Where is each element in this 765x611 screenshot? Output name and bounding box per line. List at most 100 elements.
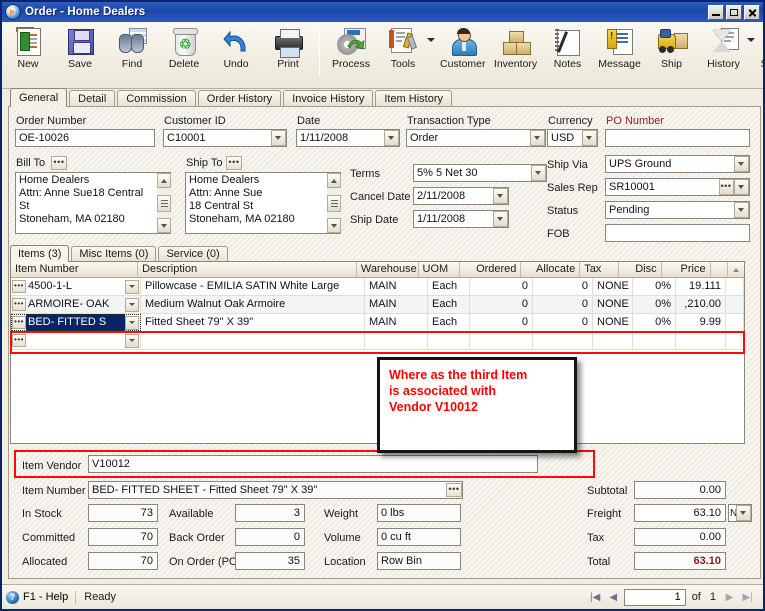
cell-allocate[interactable]: 0	[533, 314, 593, 331]
tab-commission[interactable]: Commission	[117, 90, 196, 107]
row-lookup-button[interactable]: •••	[12, 298, 26, 311]
close-button[interactable]	[744, 4, 760, 20]
chevron-down-icon[interactable]	[383, 130, 399, 146]
table-row[interactable]: •••	[11, 332, 744, 350]
terms-combo[interactable]: 5% 5 Net 30	[413, 164, 547, 182]
current-page-input[interactable]: 1	[623, 588, 686, 606]
tab-misc-items[interactable]: Misc Items (0)	[71, 246, 157, 262]
tab-general[interactable]: General	[10, 88, 68, 107]
chevron-down-icon[interactable]	[581, 130, 597, 146]
cell-allocate[interactable]: 0	[533, 296, 593, 313]
status-combo[interactable]: Pending	[605, 201, 750, 219]
toolbar-ship-button[interactable]: Ship	[646, 25, 698, 70]
col-allocate[interactable]: Allocate	[521, 262, 581, 277]
col-ordered[interactable]: Ordered	[460, 262, 522, 277]
po-number-input[interactable]	[605, 129, 750, 147]
ship-via-combo[interactable]: UPS Ground	[605, 155, 750, 173]
scroll-thumb[interactable]	[327, 194, 341, 212]
cell-item-number[interactable]: •••	[11, 332, 141, 349]
sales-rep-combo[interactable]: SR10001 •••	[605, 178, 750, 196]
ship-to-scrollbar[interactable]	[327, 173, 341, 233]
chevron-down-icon[interactable]	[125, 297, 139, 312]
cell-price[interactable]: 9.99	[676, 314, 726, 331]
chevron-down-icon[interactable]	[735, 505, 751, 521]
ship-date-combo[interactable]: 1/11/2008	[413, 210, 509, 228]
tab-detail[interactable]: Detail	[69, 90, 116, 107]
cell-ordered[interactable]: 0	[470, 296, 533, 313]
cell-price[interactable]: 19.111	[676, 278, 726, 295]
toolbar-tools-button[interactable]: Tools	[377, 25, 429, 70]
cell-allocate[interactable]: 0	[533, 278, 593, 295]
cell-uom[interactable]: Each	[428, 296, 470, 313]
next-record-icon[interactable]: ▶	[722, 590, 737, 605]
cell-disc[interactable]: 0%	[633, 296, 676, 313]
chevron-down-icon[interactable]	[492, 188, 508, 204]
cell-warehouse[interactable]	[365, 332, 428, 349]
scroll-up-icon[interactable]	[327, 173, 341, 188]
col-warehouse[interactable]: Warehouse	[357, 262, 419, 277]
cell-allocate[interactable]	[533, 332, 593, 349]
toolbar-tools-dropdown-arrow[interactable]	[426, 25, 435, 55]
bill-to-scrollbar[interactable]	[157, 173, 171, 233]
cell-item-number[interactable]: ••• 4500-1-L	[11, 278, 141, 295]
tab-items[interactable]: Items (3)	[10, 245, 70, 262]
customer-id-combo[interactable]: C10001	[163, 129, 287, 147]
cell-tax[interactable]: NONE	[593, 278, 633, 295]
cell-ordered[interactable]: 0	[470, 278, 533, 295]
toolbar-save-button[interactable]: Save	[54, 25, 106, 70]
cell-disc[interactable]: 0%	[633, 314, 676, 331]
scroll-down-icon[interactable]	[157, 218, 171, 233]
currency-combo[interactable]: USD	[547, 129, 598, 147]
cell-uom[interactable]: Each	[428, 278, 470, 295]
cell-ordered[interactable]: 0	[470, 314, 533, 331]
sales-rep-lookup-button[interactable]: •••	[718, 179, 734, 195]
row-lookup-button[interactable]: •••	[12, 280, 26, 293]
chevron-down-icon[interactable]	[125, 279, 139, 294]
tab-service[interactable]: Service (0)	[158, 246, 228, 262]
scroll-up-icon[interactable]	[157, 173, 171, 188]
row-lookup-button[interactable]: •••	[12, 316, 26, 329]
tab-order-history[interactable]: Order History	[197, 90, 282, 107]
last-record-icon[interactable]: ▶|	[740, 590, 755, 605]
col-tax[interactable]: Tax	[580, 262, 620, 277]
cell-warehouse[interactable]: MAIN	[365, 296, 428, 313]
chevron-down-icon[interactable]	[733, 202, 749, 218]
cell-warehouse[interactable]: MAIN	[365, 278, 428, 295]
cell-disc[interactable]: 0%	[633, 278, 676, 295]
toolbar-new-button[interactable]: New	[2, 25, 54, 70]
chevron-down-icon[interactable]	[733, 179, 749, 195]
col-uom[interactable]: UOM	[419, 262, 460, 277]
cell-description[interactable]: Medium Walnut Oak Armoire	[141, 296, 365, 313]
toolbar-find-button[interactable]: Find	[106, 25, 158, 70]
help-hint[interactable]: ? F1 - Help	[6, 590, 77, 604]
col-disc[interactable]: Disc	[619, 262, 662, 277]
first-record-icon[interactable]: |◀	[588, 590, 603, 605]
item-number-detail-input[interactable]: BED- FITTED SHEET - Fitted Sheet 79" X 3…	[88, 481, 463, 499]
ship-to-lookup-button[interactable]: •••	[226, 156, 242, 170]
toolbar-schedule-button[interactable]: Schedule	[757, 25, 765, 70]
chevron-down-icon[interactable]	[492, 211, 508, 227]
col-description[interactable]: Description	[138, 262, 357, 277]
ship-to-address[interactable]: Home Dealers Attn: Anne Sue 18 Central S…	[185, 172, 341, 234]
scroll-thumb[interactable]	[157, 194, 171, 212]
toolbar-history-button[interactable]: History	[698, 25, 750, 70]
item-number-lookup-button[interactable]: •••	[446, 483, 462, 497]
toolbar-notes-button[interactable]: Notes	[542, 25, 594, 70]
row-lookup-button[interactable]: •••	[12, 334, 26, 347]
table-row[interactable]: ••• BED- FITTED S Fitted Sheet 79" X 39"…	[11, 314, 744, 332]
minimize-button[interactable]	[708, 4, 724, 20]
col-item-number[interactable]: Item Number	[11, 262, 139, 277]
chevron-down-icon[interactable]	[125, 333, 139, 348]
table-row[interactable]: ••• 4500-1-L Pillowcase - EMILIA SATIN W…	[11, 278, 744, 296]
chevron-down-icon[interactable]	[530, 165, 546, 181]
cell-uom[interactable]: Each	[428, 314, 470, 331]
toolbar-process-button[interactable]: Process	[325, 25, 377, 70]
bill-to-address[interactable]: Home Dealers Attn: Anne Sue18 Central St…	[15, 172, 171, 234]
cell-disc[interactable]	[633, 332, 676, 349]
scroll-down-icon[interactable]	[327, 218, 341, 233]
cell-description[interactable]	[141, 332, 365, 349]
cell-warehouse[interactable]: MAIN	[365, 314, 428, 331]
cell-tax[interactable]	[593, 332, 633, 349]
bill-to-lookup-button[interactable]: •••	[51, 156, 67, 170]
chevron-down-icon[interactable]	[529, 130, 545, 146]
